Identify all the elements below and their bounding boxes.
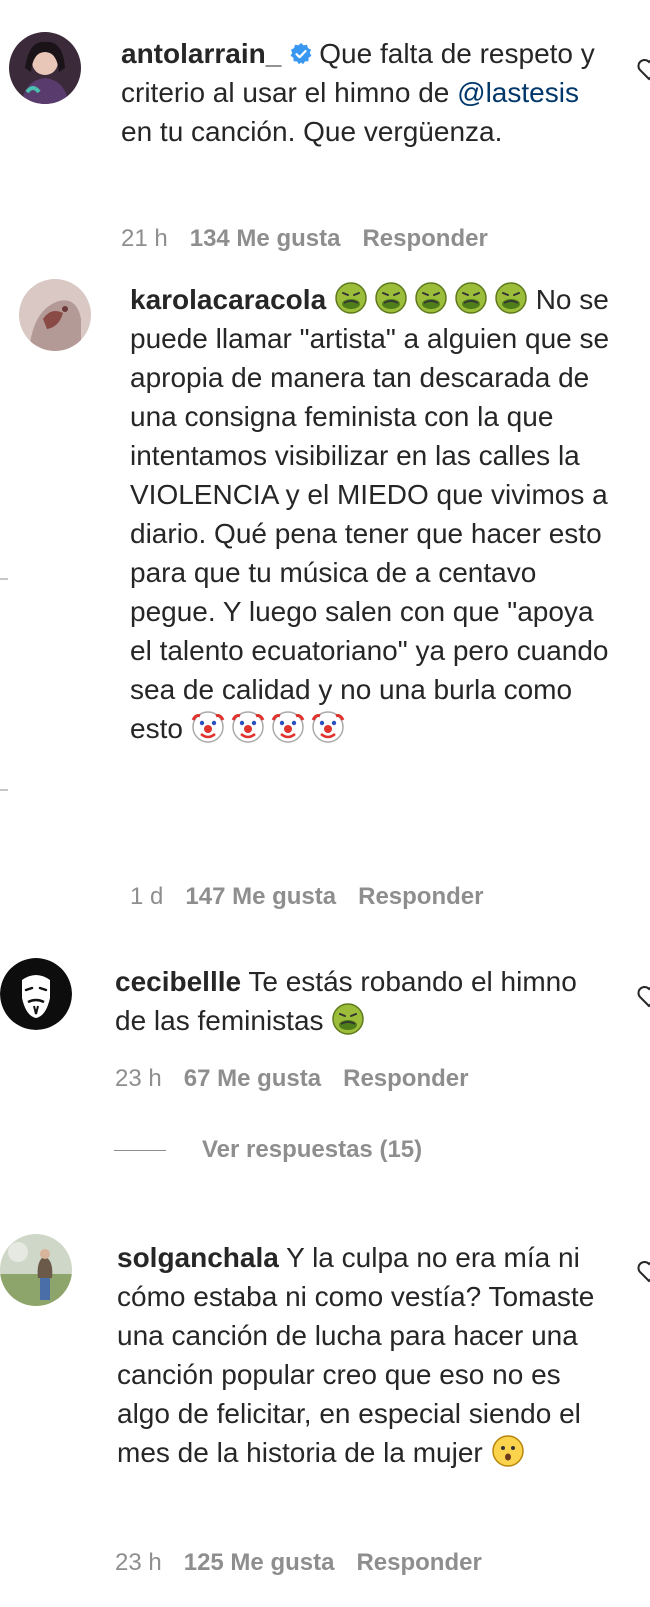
likes-count[interactable]: 147 Me gusta bbox=[185, 883, 336, 910]
like-heart-icon[interactable] bbox=[636, 56, 650, 82]
timestamp[interactable]: 1 d bbox=[130, 883, 163, 910]
hushed-face-icon bbox=[491, 1435, 524, 1467]
clown-face-icon bbox=[271, 711, 305, 743]
comment-text: antolarrain_ Que falta de respeto y crite… bbox=[121, 34, 601, 151]
likes-count[interactable]: 67 Me gusta bbox=[184, 1065, 321, 1092]
trail-emoji-group bbox=[191, 711, 345, 744]
clown-face-icon bbox=[311, 711, 345, 743]
clown-face-icon bbox=[191, 711, 225, 743]
avatar[interactable] bbox=[19, 279, 91, 351]
divider bbox=[0, 578, 8, 580]
clown-face-icon bbox=[231, 711, 265, 743]
comment-meta: 21 h 134 Me gusta Responder bbox=[121, 224, 510, 254]
view-replies-button[interactable]: Ver respuestas (15) bbox=[114, 1135, 422, 1165]
username[interactable]: karolacaracola bbox=[130, 284, 326, 315]
comment-meta: 1 d 147 Me gusta Responder bbox=[130, 882, 505, 912]
view-replies-label[interactable]: Ver respuestas (15) bbox=[202, 1135, 422, 1165]
avatar[interactable] bbox=[0, 958, 72, 1030]
nauseated-face-icon bbox=[415, 282, 447, 314]
comment-body-end: en tu canción. Que vergüenza. bbox=[121, 116, 503, 147]
comment-text: cecibellle Te estás robando el himno de … bbox=[115, 962, 605, 1040]
comment-meta: 23 h 125 Me gusta Responder bbox=[115, 1548, 504, 1578]
nauseated-face-icon bbox=[495, 282, 527, 314]
username[interactable]: cecibellle bbox=[115, 966, 241, 997]
nauseated-face-icon bbox=[335, 282, 367, 314]
comment-text: karolacaracola No se puede llamar "artis… bbox=[130, 280, 615, 748]
trail-emoji-group bbox=[491, 1435, 525, 1468]
likes-count[interactable]: 125 Me gusta bbox=[184, 1549, 335, 1576]
timestamp[interactable]: 23 h bbox=[115, 1549, 162, 1576]
lead-emoji-group bbox=[334, 282, 528, 315]
username[interactable]: solganchala bbox=[117, 1242, 279, 1273]
nauseated-face-icon bbox=[332, 1003, 365, 1035]
nauseated-face-icon bbox=[375, 282, 407, 314]
like-heart-icon[interactable] bbox=[636, 983, 650, 1009]
like-heart-icon[interactable] bbox=[636, 1258, 650, 1284]
reply-button[interactable]: Responder bbox=[358, 883, 483, 910]
timestamp[interactable]: 23 h bbox=[115, 1065, 162, 1092]
replies-divider bbox=[114, 1149, 166, 1151]
trail-emoji-group bbox=[331, 1003, 365, 1036]
comment-meta: 23 h 67 Me gusta Responder bbox=[115, 1064, 490, 1094]
timestamp[interactable]: 21 h bbox=[121, 225, 168, 252]
reply-button[interactable]: Responder bbox=[362, 225, 487, 252]
username[interactable]: antolarrain_ bbox=[121, 38, 281, 69]
reply-button[interactable]: Responder bbox=[343, 1065, 468, 1092]
divider bbox=[0, 789, 8, 791]
likes-count[interactable]: 134 Me gusta bbox=[190, 225, 341, 252]
reply-button[interactable]: Responder bbox=[356, 1549, 481, 1576]
avatar[interactable] bbox=[9, 32, 81, 104]
comment-body: No se puede llamar "artista" a alguien q… bbox=[130, 284, 610, 744]
nauseated-face-icon bbox=[455, 282, 487, 314]
comment-text: solganchala Y la culpa no era mía ni cóm… bbox=[117, 1238, 605, 1472]
avatar[interactable] bbox=[0, 1234, 72, 1306]
verified-badge-icon bbox=[290, 43, 312, 65]
mention-link[interactable]: @lastesis bbox=[457, 77, 579, 108]
